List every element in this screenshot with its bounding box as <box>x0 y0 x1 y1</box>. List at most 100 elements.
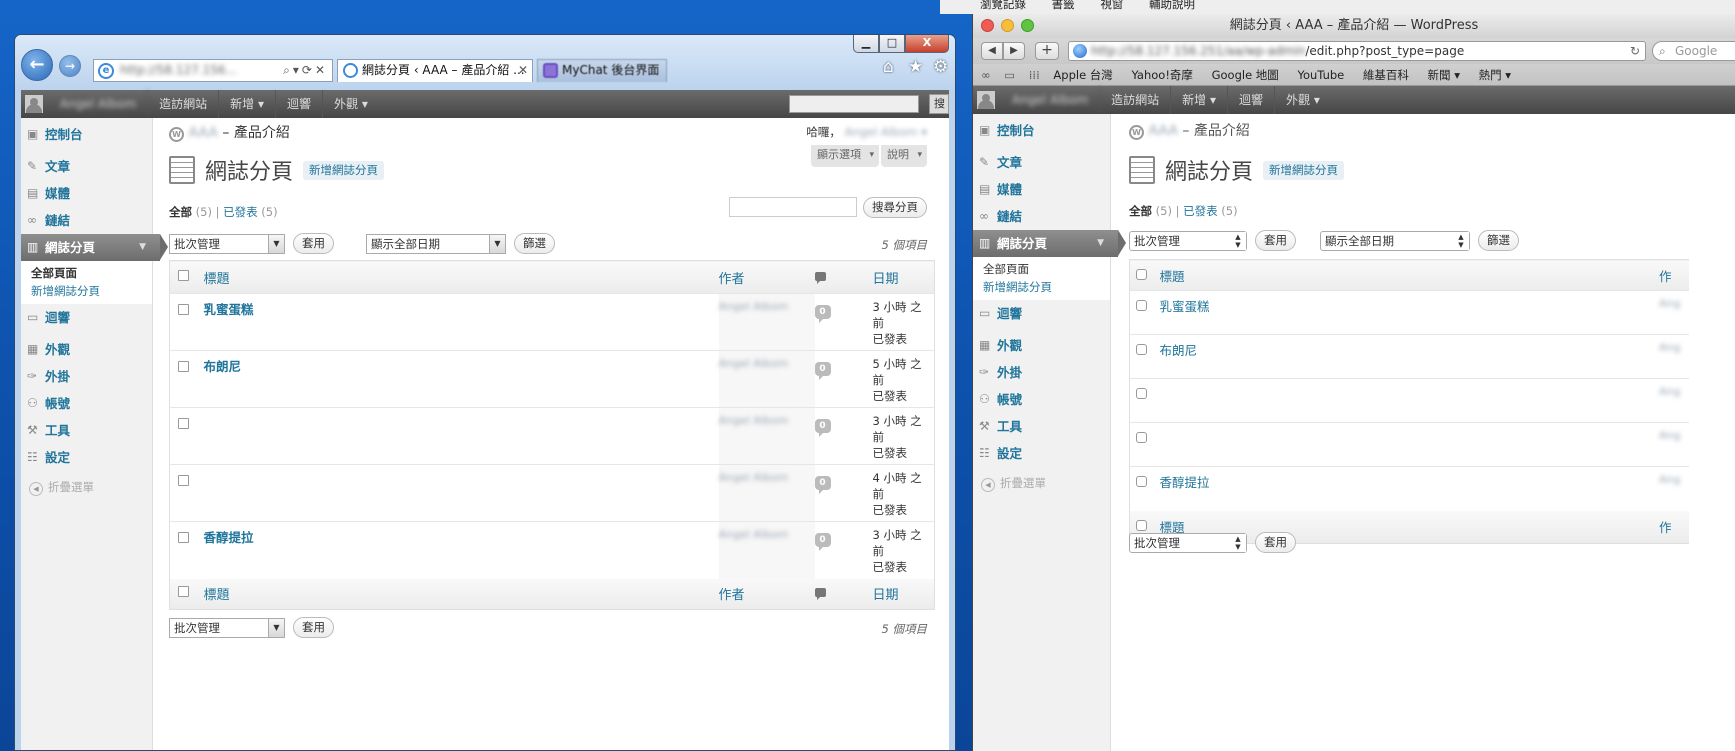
comments-column-icon[interactable] <box>814 271 826 284</box>
row-checkbox[interactable] <box>178 361 189 372</box>
menu-window[interactable]: 視窗 <box>1100 0 1123 11</box>
author-name[interactable]: Angel Albom <box>719 414 789 427</box>
howdy-user[interactable]: 哈囉， Angel Albom ▾ <box>806 124 927 140</box>
close-icon[interactable]: X <box>905 35 949 53</box>
add-bookmark-icon[interactable]: + <box>1035 42 1059 60</box>
sidebar-item-comments[interactable]: ▭ 迴響 <box>973 300 1110 327</box>
search-pages-button[interactable]: 搜尋分頁 <box>863 197 927 218</box>
url-field[interactable]: http://58.127.156.251/aa/wp-admin/edit.p… <box>1068 41 1646 61</box>
comment-count-bubble-icon[interactable]: 0 <box>814 362 831 380</box>
column-title[interactable]: 標題 <box>1159 259 1659 291</box>
row-checkbox[interactable] <box>178 532 189 543</box>
bulk-actions-select[interactable]: 批次管理 ▲ ▼ <box>1129 230 1247 251</box>
row-checkbox[interactable] <box>178 475 189 486</box>
filter-button[interactable]: 篩選 <box>514 233 555 254</box>
apply-button[interactable]: 套用 <box>293 233 334 254</box>
row-checkbox[interactable] <box>1136 388 1147 399</box>
admin-bar-visit-site[interactable]: 造訪網站 <box>148 90 220 118</box>
google-search-field[interactable]: ⌕ Google <box>1652 41 1735 61</box>
row-checkbox[interactable] <box>178 304 189 315</box>
sidebar-item-appearance[interactable]: ▦ 外觀 <box>21 336 152 363</box>
bookmark-youtube[interactable]: YouTube <box>1297 68 1344 82</box>
address-bar[interactable]: e http://58.127.156... ⌕▾⟳✕ <box>93 59 333 82</box>
admin-bar-search-button[interactable]: 搜 <box>929 94 949 114</box>
sidebar-item-plugins[interactable]: ✑ 外掛 <box>21 363 152 390</box>
filter-all[interactable]: 全部 <box>169 205 192 219</box>
maximize-icon[interactable]: □ <box>879 35 905 53</box>
bookmarks-book-icon[interactable]: ▭ <box>1004 68 1015 82</box>
sidebar-item-plugins[interactable]: ✑ 外掛 <box>973 359 1110 386</box>
collapse-menu[interactable]: ◀ 折疊選單 <box>973 467 1110 492</box>
sidebar-item-comments[interactable]: ▭ 迴響 <box>21 304 152 331</box>
back-arrow-icon[interactable]: ← <box>21 49 53 81</box>
select-all-checkbox[interactable] <box>1136 268 1147 280</box>
help-tab[interactable]: 說明 <box>881 145 927 167</box>
select-all-checkbox-footer[interactable] <box>1136 520 1147 532</box>
page-title-link[interactable]: 香醇提拉 <box>1159 475 1209 490</box>
add-new-page-button[interactable]: 新增網誌分頁 <box>1263 160 1345 180</box>
admin-bar-search-input[interactable] <box>789 95 919 113</box>
admin-bar-comments[interactable]: 迴響 <box>276 90 324 118</box>
admin-bar-user[interactable]: Angel Albom <box>1001 86 1101 114</box>
apply-button-bottom[interactable]: 套用 <box>293 617 334 638</box>
menu-help[interactable]: 輔助說明 <box>1149 0 1195 11</box>
admin-bar-comments[interactable]: 迴響 <box>1228 86 1276 114</box>
menu-history[interactable]: 瀏覽記錄 <box>980 0 1026 11</box>
avatar[interactable] <box>25 95 43 113</box>
date-filter-select[interactable]: 顯示全部日期 ▼ <box>366 233 506 254</box>
close-icon[interactable] <box>981 19 994 32</box>
row-checkbox[interactable] <box>178 418 189 429</box>
bookmark-apple[interactable]: Apple 台灣 <box>1053 68 1112 82</box>
page-title-link[interactable]: 布朗尼 <box>1159 343 1197 358</box>
column-title-footer[interactable]: 標題 <box>203 578 719 610</box>
comment-count-bubble-icon[interactable]: 0 <box>814 305 831 323</box>
home-icon[interactable]: ⌂ <box>883 57 894 77</box>
tab-mychat[interactable]: MyChat 後台界面 <box>537 59 667 82</box>
comment-count-bubble-icon[interactable]: 0 <box>814 533 831 551</box>
sidebar-item-media[interactable]: ▤ 媒體 <box>21 180 152 207</box>
bulk-actions-select[interactable]: 批次管理 ▼ <box>169 233 285 254</box>
avatar[interactable] <box>977 91 995 109</box>
row-checkbox[interactable] <box>1136 344 1147 355</box>
admin-bar-new[interactable]: 新增 ▾ <box>1171 86 1229 114</box>
back-arrow-icon[interactable]: ◀ <box>981 42 1003 60</box>
author-name[interactable]: Ang <box>1659 473 1680 486</box>
forward-arrow-icon[interactable]: → <box>59 55 81 77</box>
search-pages-input[interactable] <box>729 197 857 217</box>
zoom-icon[interactable] <box>1021 19 1034 32</box>
submenu-all-pages[interactable]: 全部頁面 <box>31 264 152 282</box>
submenu-add-new-page[interactable]: 新增網誌分頁 <box>31 282 152 300</box>
select-all-checkbox[interactable] <box>178 269 189 281</box>
admin-bar-visit-site[interactable]: 造訪網站 <box>1100 86 1172 114</box>
bulk-actions-select-bottom[interactable]: 批次管理 ▲ ▼ <box>1129 532 1247 553</box>
address-tools-icon[interactable]: ⌕▾⟳✕ <box>283 60 328 81</box>
column-date[interactable]: 日期 <box>872 260 935 294</box>
sidebar-item-posts[interactable]: ✎ 文章 <box>973 149 1110 176</box>
sidebar-item-links[interactable]: ∞ 鏈結 <box>21 207 152 234</box>
select-all-checkbox-footer[interactable] <box>178 586 189 598</box>
bookmark-news[interactable]: 新聞 ▾ <box>1428 68 1460 82</box>
column-title[interactable]: 標題 <box>203 260 719 294</box>
author-name[interactable]: Angel Albom <box>719 300 789 313</box>
admin-bar-user[interactable]: Angel Albom <box>49 90 149 118</box>
sidebar-item-appearance[interactable]: ▦ 外觀 <box>973 332 1110 359</box>
date-filter-select[interactable]: 顯示全部日期 ▲ ▼ <box>1320 230 1470 251</box>
bookmark-popular[interactable]: 熱門 ▾ <box>1479 68 1511 82</box>
row-checkbox[interactable] <box>1136 476 1147 487</box>
author-name[interactable]: Ang <box>1659 297 1680 310</box>
sidebar-item-media[interactable]: ▤ 媒體 <box>973 176 1110 203</box>
sidebar-item-dashboard[interactable]: ▣ 控制台 <box>973 117 1110 144</box>
admin-bar-new[interactable]: 新增 ▾ <box>219 90 277 118</box>
admin-bar-appearance[interactable]: 外觀 ▾ <box>323 90 379 118</box>
bookmark-wikipedia[interactable]: 維基百科 <box>1363 68 1409 82</box>
collapse-menu[interactable]: ◀ 折疊選單 <box>21 471 152 496</box>
row-checkbox[interactable] <box>1136 432 1147 443</box>
submenu-add-new-page[interactable]: 新增網誌分頁 <box>983 278 1110 296</box>
tab-close-icon[interactable]: ✕ <box>518 60 528 81</box>
sidebar-item-users[interactable]: ⚇ 帳號 <box>21 390 152 417</box>
row-checkbox[interactable] <box>1136 300 1147 311</box>
page-title-link[interactable]: 乳蜜蛋糕 <box>204 302 254 317</box>
sidebar-item-posts[interactable]: ✎ 文章 <box>21 153 152 180</box>
sidebar-item-tools[interactable]: ⚒ 工具 <box>973 413 1110 440</box>
sidebar-item-dashboard[interactable]: ▣ 控制台 <box>21 121 152 148</box>
